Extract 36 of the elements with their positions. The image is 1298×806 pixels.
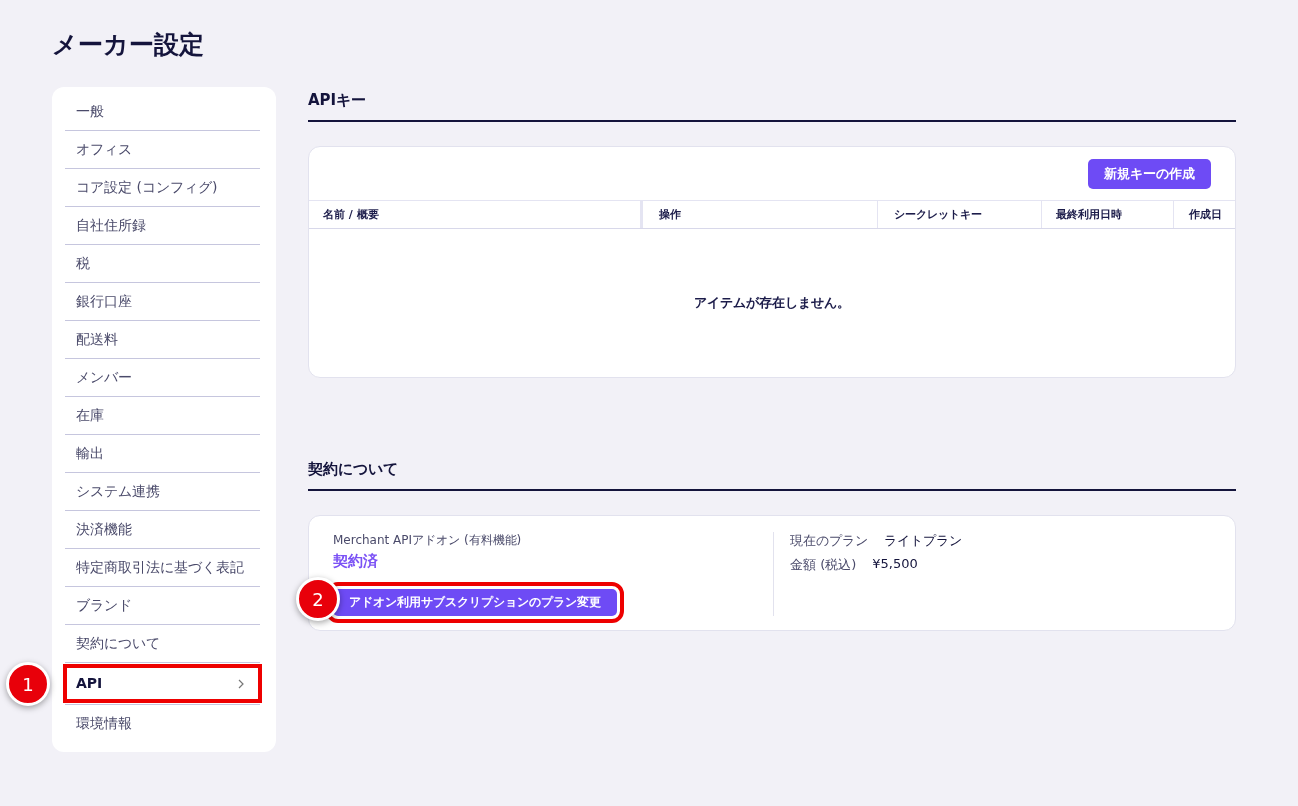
sidebar-item[interactable]: 環境情報 <box>65 705 260 742</box>
sidebar-item[interactable]: 自社住所録 <box>65 207 260 244</box>
sidebar-item[interactable]: 銀行口座 <box>65 283 260 320</box>
column-header: 作成日 <box>1173 201 1235 228</box>
sidebar-item[interactable]: 税 <box>65 245 260 282</box>
sidebar-item[interactable]: コア設定 (コンフィグ) <box>65 169 260 206</box>
sidebar-item[interactable]: 特定商取引法に基づく表記 <box>65 549 260 586</box>
empty-message: アイテムが存在しません。 <box>694 294 850 312</box>
column-header: 名前 / 概要 <box>309 201 643 228</box>
sidebar-item[interactable]: 輸出 <box>65 435 260 472</box>
contract-status: 契約済 <box>333 552 378 571</box>
sidebar-item[interactable]: オフィス <box>65 131 260 168</box>
column-header: 最終利用日時 <box>1041 201 1173 228</box>
sidebar-item[interactable]: 決済機能 <box>65 511 260 548</box>
sidebar-item[interactable]: システム連携 <box>65 473 260 510</box>
callout-badge: 2 <box>296 577 340 621</box>
sidebar-item[interactable]: ブランド <box>65 587 260 624</box>
chevron-right-icon <box>238 678 244 689</box>
detail-value: ¥5,500 <box>872 556 918 573</box>
section-heading: APIキー <box>308 91 1236 122</box>
page-title: メーカー設定 <box>52 29 204 61</box>
sidebar-item[interactable]: 一般 <box>65 93 260 130</box>
detail-label: 現在のプラン <box>790 532 868 550</box>
column-header: シークレットキー <box>877 201 1041 228</box>
sidebar-item[interactable]: 配送料 <box>65 321 260 358</box>
addon-label: Merchant APIアドオン (有料機能) <box>333 532 522 549</box>
column-header: 操作 <box>658 207 682 223</box>
sidebar-item[interactable]: 在庫 <box>65 397 260 434</box>
detail-label: 金額 (税込) <box>790 556 857 574</box>
sidebar-item[interactable]: メンバー <box>65 359 260 396</box>
callout-badge: 1 <box>6 662 50 706</box>
sidebar-item[interactable]: 契約について <box>65 625 260 662</box>
section-heading: 契約について <box>308 460 1236 491</box>
create-key-button[interactable]: 新規キーの作成 <box>1088 159 1211 189</box>
detail-value: ライトプラン <box>884 532 962 550</box>
sidebar-item[interactable]: API <box>65 666 260 701</box>
